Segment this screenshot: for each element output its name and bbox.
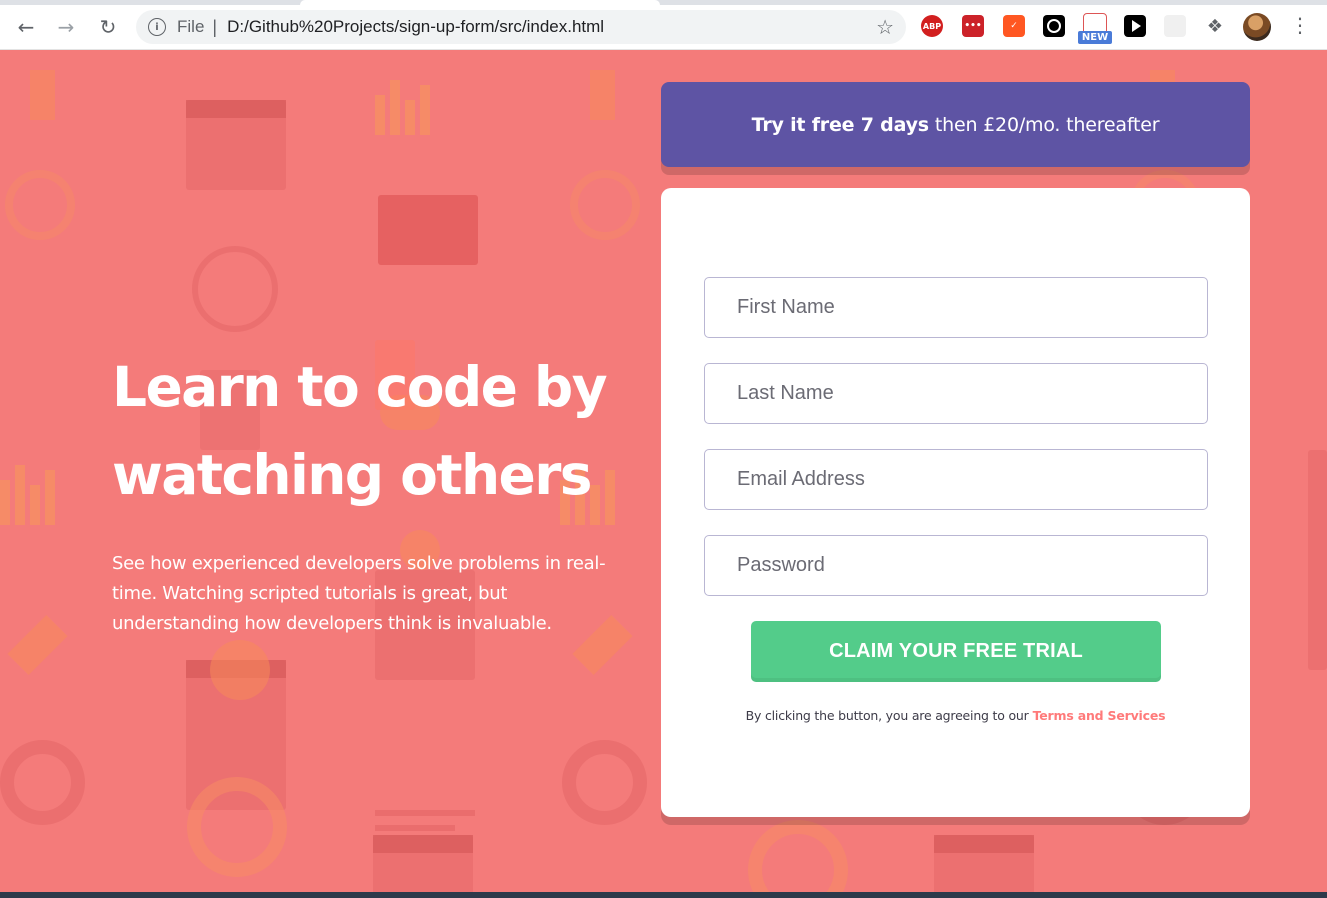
puzzle-icon[interactable]: ❖ [1204, 15, 1226, 37]
last-name-input[interactable] [704, 363, 1208, 424]
adblock-label: ABP [922, 21, 942, 31]
play-extension-icon[interactable] [1124, 15, 1146, 37]
terms-notice: By clicking the button, you are agreeing… [661, 708, 1250, 723]
url-separator: | [212, 16, 218, 37]
terms-link[interactable]: Terms and Services [1033, 708, 1166, 723]
forward-arrow-icon[interactable]: → [53, 14, 79, 40]
avatar[interactable] [1243, 13, 1271, 41]
reload-icon[interactable]: ↻ [95, 14, 121, 40]
active-tab[interactable] [300, 0, 660, 5]
adblock-extension-icon[interactable]: ABP [921, 15, 943, 37]
first-name-input[interactable] [704, 277, 1208, 338]
star-icon[interactable]: ☆ [876, 15, 894, 39]
page-title: Learn to code by watching others [112, 355, 608, 507]
url-scheme-label: File [177, 17, 205, 36]
password-input[interactable] [704, 535, 1208, 596]
hero-description: See how experienced developers solve pro… [112, 553, 606, 634]
lastpass-extension-icon[interactable]: ••• [962, 15, 984, 37]
info-icon[interactable]: i [148, 18, 166, 36]
circle-extension-icon[interactable] [1043, 15, 1065, 37]
address-bar[interactable]: i File | D:/Github%20Projects/sign-up-fo… [136, 10, 906, 44]
tab-strip [0, 0, 1327, 5]
back-arrow-icon[interactable]: ← [13, 14, 39, 40]
browser-toolbar: ← → ↻ i File | D:/Github%20Projects/sign… [0, 0, 1327, 50]
trial-banner: Try it free 7 days then £20/mo. thereaft… [661, 82, 1250, 167]
printer-extension-icon[interactable] [1164, 15, 1186, 37]
lastpass-label: ••• [964, 21, 982, 31]
taskbar-edge [0, 892, 1327, 898]
menu-icon[interactable]: ⋮ [1290, 14, 1310, 38]
trial-banner-bold: Try it free 7 days [751, 113, 929, 136]
new-badge: NEW [1078, 31, 1112, 44]
todoist-extension-icon[interactable]: ✓ [1003, 15, 1025, 37]
url-text[interactable]: D:/Github%20Projects/sign-up-form/src/in… [227, 17, 604, 37]
trial-banner-text: then £20/mo. thereafter [934, 113, 1160, 136]
terms-text: By clicking the button, you are agreeing… [745, 708, 1029, 723]
claim-trial-button[interactable]: CLAIM YOUR FREE TRIAL [751, 621, 1161, 682]
signup-form: CLAIM YOUR FREE TRIAL By clicking the bu… [661, 188, 1250, 817]
email-input[interactable] [704, 449, 1208, 510]
